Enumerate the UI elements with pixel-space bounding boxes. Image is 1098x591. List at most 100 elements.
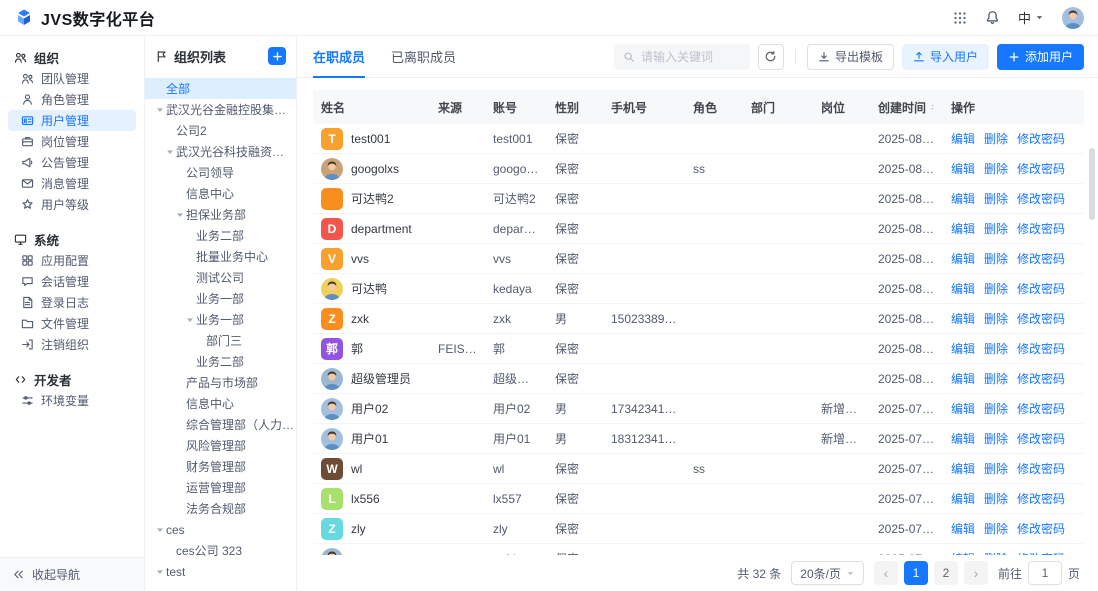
tree-expand-icon[interactable] <box>176 211 184 219</box>
change-password-link[interactable]: 修改密码 <box>1017 312 1065 326</box>
tree-item[interactable]: 产品与市场部 <box>145 372 296 393</box>
vertical-scrollbar[interactable] <box>1089 148 1095 220</box>
change-password-link[interactable]: 修改密码 <box>1017 192 1065 206</box>
change-password-link[interactable]: 修改密码 <box>1017 432 1065 446</box>
search-input[interactable] <box>641 50 741 64</box>
edit-link[interactable]: 编辑 <box>951 492 975 506</box>
edit-link[interactable]: 编辑 <box>951 132 975 146</box>
sidebar-group-header-developer[interactable]: 开发者 <box>8 368 136 390</box>
change-password-link[interactable]: 修改密码 <box>1017 222 1065 236</box>
tree-item[interactable]: 法务合规部 <box>145 498 296 519</box>
edit-link[interactable]: 编辑 <box>951 372 975 386</box>
tree-item[interactable]: test <box>145 561 296 582</box>
sidebar-item-file-management[interactable]: 文件管理 <box>8 313 136 334</box>
tree-expand-icon[interactable] <box>156 106 164 114</box>
goto-page-input[interactable] <box>1028 561 1062 585</box>
sidebar-item-deregister-org[interactable]: 注销组织 <box>8 334 136 355</box>
delete-link[interactable]: 删除 <box>984 492 1008 506</box>
edit-link[interactable]: 编辑 <box>951 192 975 206</box>
edit-link[interactable]: 编辑 <box>951 252 975 266</box>
sidebar-item-announcement-management[interactable]: 公告管理 <box>8 152 136 173</box>
change-password-link[interactable]: 修改密码 <box>1017 132 1065 146</box>
import-users-button[interactable]: 导入用户 <box>902 44 989 70</box>
sidebar-item-user-management[interactable]: 用户管理 <box>8 110 136 131</box>
delete-link[interactable]: 删除 <box>984 342 1008 356</box>
tree-expand-icon[interactable] <box>156 526 164 534</box>
change-password-link[interactable]: 修改密码 <box>1017 162 1065 176</box>
tree-item[interactable]: 担保业务部 <box>145 204 296 225</box>
edit-link[interactable]: 编辑 <box>951 342 975 356</box>
tree-item[interactable]: ces <box>145 519 296 540</box>
change-password-link[interactable]: 修改密码 <box>1017 492 1065 506</box>
delete-link[interactable]: 删除 <box>984 222 1008 236</box>
apps-grid-icon[interactable] <box>953 11 967 25</box>
tree-item[interactable]: 公司领导 <box>145 162 296 183</box>
add-user-button[interactable]: 添加用户 <box>997 44 1084 70</box>
change-password-link[interactable]: 修改密码 <box>1017 372 1065 386</box>
tree-item[interactable]: 运营管理部 <box>145 477 296 498</box>
delete-link[interactable]: 删除 <box>984 192 1008 206</box>
sidebar-group-header-organization[interactable]: 组织 <box>8 46 136 68</box>
sidebar-item-env-variables[interactable]: 环境变量 <box>8 390 136 411</box>
edit-link[interactable]: 编辑 <box>951 282 975 296</box>
sidebar-item-user-level[interactable]: 用户等级 <box>8 194 136 215</box>
tab-departed-members[interactable]: 已离职成员 <box>391 36 456 77</box>
tree-item[interactable]: 业务二部 <box>145 225 296 246</box>
change-password-link[interactable]: 修改密码 <box>1017 402 1065 416</box>
page-size-select[interactable]: 20条/页 <box>791 561 864 585</box>
delete-link[interactable]: 删除 <box>984 282 1008 296</box>
tree-item[interactable]: 部门三 <box>145 330 296 351</box>
edit-link[interactable]: 编辑 <box>951 432 975 446</box>
tree-item[interactable]: 财务管理部 <box>145 456 296 477</box>
tree-item[interactable]: 信息中心 <box>145 393 296 414</box>
tree-item[interactable]: 信息中心 <box>145 183 296 204</box>
tree-item[interactable]: 测试公司 <box>145 267 296 288</box>
edit-link[interactable]: 编辑 <box>951 402 975 416</box>
prev-page-button[interactable]: ‹ <box>874 561 898 585</box>
page-button-1[interactable]: 1 <box>904 561 928 585</box>
language-selector[interactable]: 中 <box>1018 8 1044 27</box>
edit-link[interactable]: 编辑 <box>951 522 975 536</box>
user-avatar[interactable] <box>1062 7 1084 29</box>
tree-expand-icon[interactable] <box>166 148 174 156</box>
delete-link[interactable]: 删除 <box>984 522 1008 536</box>
tree-expand-icon[interactable] <box>186 316 194 324</box>
sidebar-item-login-log[interactable]: 登录日志 <box>8 292 136 313</box>
tab-active-members[interactable]: 在职成员 <box>313 36 365 77</box>
tree-item[interactable]: ces公司 323 <box>145 540 296 561</box>
edit-link[interactable]: 编辑 <box>951 462 975 476</box>
tree-item[interactable]: 武汉光谷科技融资担保… <box>145 141 296 162</box>
sort-icon[interactable] <box>930 101 935 113</box>
tree-item[interactable]: 全部 <box>145 78 296 99</box>
bell-icon[interactable] <box>985 10 1000 25</box>
delete-link[interactable]: 删除 <box>984 432 1008 446</box>
sidebar-item-app-config[interactable]: 应用配置 <box>8 250 136 271</box>
edit-link[interactable]: 编辑 <box>951 312 975 326</box>
tree-expand-icon[interactable] <box>156 568 164 576</box>
change-password-link[interactable]: 修改密码 <box>1017 252 1065 266</box>
delete-link[interactable]: 删除 <box>984 402 1008 416</box>
sidebar-item-session-management[interactable]: 会话管理 <box>8 271 136 292</box>
sidebar-item-role-management[interactable]: 角色管理 <box>8 89 136 110</box>
delete-link[interactable]: 删除 <box>984 312 1008 326</box>
change-password-link[interactable]: 修改密码 <box>1017 282 1065 296</box>
sidebar-item-message-management[interactable]: 消息管理 <box>8 173 136 194</box>
add-org-button[interactable] <box>268 47 286 65</box>
delete-link[interactable]: 删除 <box>984 162 1008 176</box>
delete-link[interactable]: 删除 <box>984 132 1008 146</box>
tree-item[interactable]: 业务一部 <box>145 309 296 330</box>
sidebar-group-header-system[interactable]: 系统 <box>8 228 136 250</box>
change-password-link[interactable]: 修改密码 <box>1017 462 1065 476</box>
tree-item[interactable]: 综合管理部（人力… <box>145 414 296 435</box>
collapse-nav-button[interactable]: 收起导航 <box>0 557 144 591</box>
change-password-link[interactable]: 修改密码 <box>1017 342 1065 356</box>
edit-link[interactable]: 编辑 <box>951 162 975 176</box>
tree-item[interactable]: 武汉光谷金融控股集团有… <box>145 99 296 120</box>
tree-item[interactable]: 风险管理部 <box>145 435 296 456</box>
export-template-button[interactable]: 导出模板 <box>807 44 894 70</box>
page-button-2[interactable]: 2 <box>934 561 958 585</box>
tree-item[interactable]: 业务二部 <box>145 351 296 372</box>
next-page-button[interactable]: › <box>964 561 988 585</box>
refresh-button[interactable] <box>758 44 784 70</box>
delete-link[interactable]: 删除 <box>984 252 1008 266</box>
